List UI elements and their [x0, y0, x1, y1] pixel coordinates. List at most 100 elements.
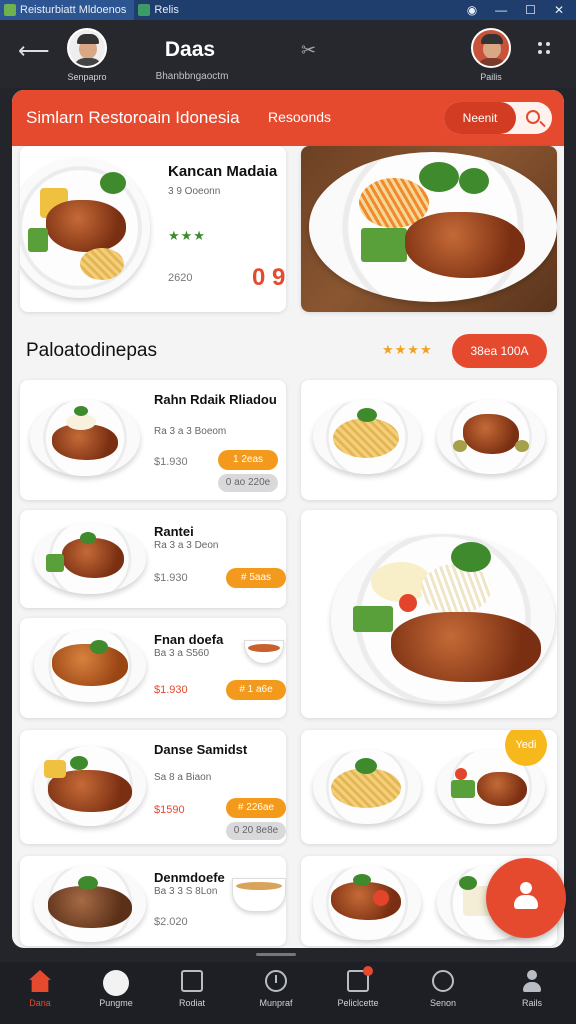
add-button[interactable]: # 1 a6e	[226, 680, 286, 700]
featured-price: 2620	[168, 272, 193, 284]
app-icon	[138, 4, 151, 16]
menu-item-name: Danse Samidst	[154, 742, 248, 757]
github-icon[interactable]: ◉	[467, 3, 477, 17]
main-panel: Simlarn Restoroain Idonesia Resoonds Nee…	[12, 90, 564, 948]
section-action-button[interactable]: 38ea 100A	[452, 334, 547, 368]
user-icon	[514, 882, 538, 912]
food-image	[437, 400, 545, 474]
option-pill[interactable]: 0 ao 220e	[218, 474, 278, 492]
food-image	[309, 152, 557, 302]
left-user-label: Senpapro	[67, 72, 107, 82]
food-image	[331, 534, 555, 704]
menu-item-sub: Ra 3 a 3 Deon	[154, 540, 219, 551]
page-subtitle: Bhanbbngaoctm	[155, 71, 229, 82]
sauce-bowl	[244, 640, 284, 664]
featured-sub: 3 9 Ooeonn	[168, 186, 221, 197]
add-button[interactable]: # 5aas	[226, 568, 286, 588]
app-header: ⟵ Senpapro Daas Bhanbbngaoctm ✂ Pailis	[0, 20, 576, 88]
special-badge[interactable]: Yedi	[505, 730, 547, 766]
nav-item-pungme[interactable]: Pungme	[80, 970, 152, 1008]
search-button[interactable]: Neenit	[444, 102, 516, 134]
menu-image-card[interactable]	[301, 380, 557, 500]
add-button[interactable]: 1 2eas	[218, 450, 278, 470]
menu-item-price: $2.020	[154, 916, 188, 928]
nav-label: Senon	[429, 998, 457, 1008]
nav-label: Pungme	[99, 998, 133, 1008]
nav-label: Peliclcette	[337, 998, 379, 1008]
nav-item-senon[interactable]: Senon	[407, 970, 479, 1008]
menu-item-card[interactable]: Danse Samidst Sa 8 a Biaon $1590 # 226ae…	[20, 730, 286, 844]
grid-menu-icon[interactable]	[538, 42, 552, 56]
nav-item-peliclcette[interactable]: Peliclcette	[322, 966, 394, 1008]
menu-item-card[interactable]: Rahn Rdaik Rliadou Ra 3 a 3 Boeom $1.930…	[20, 380, 286, 500]
menu-item-sub: Ba 3 a S560	[154, 648, 210, 659]
featured-image-card[interactable]	[301, 146, 557, 312]
soup-bowl	[232, 878, 286, 912]
page-title: Daas	[164, 38, 216, 61]
food-image	[313, 866, 421, 940]
menu-item-name: Rantei	[154, 524, 194, 539]
avatar[interactable]	[471, 28, 511, 68]
bottom-navigation: Dana Pungme Rodiat Munpraf Peliclcette S…	[0, 962, 576, 1024]
menu-item-card[interactable]: Rantei Ra 3 a 3 Deon $1.930 # 5aas	[20, 510, 286, 608]
add-button[interactable]: # 226ae	[226, 798, 286, 818]
back-arrow-icon[interactable]: ⟵	[18, 38, 50, 64]
notification-icon	[347, 966, 373, 992]
globe-icon	[432, 970, 454, 992]
featured-count: 0 9	[252, 264, 286, 291]
tools-icon[interactable]: ✂	[301, 40, 316, 61]
menu-item-card[interactable]: Fnan doefa Ba 3 a S560 $1.930 # 1 a6e	[20, 618, 286, 718]
section-rating-stars: ★★★★	[382, 342, 433, 357]
menu-item-name: Denmdoefe	[154, 870, 225, 885]
clock-icon	[265, 970, 287, 992]
food-image	[34, 746, 146, 826]
featured-name: Kancan Madaia	[168, 163, 278, 180]
mascot-icon	[103, 970, 129, 996]
minimize-icon[interactable]: —	[495, 3, 507, 17]
restaurant-header: Simlarn Restoroain Idonesia Resoonds Nee…	[12, 90, 564, 146]
app-icon	[4, 4, 16, 16]
search-icon[interactable]	[526, 110, 540, 124]
menu-item-price: $1.930	[154, 456, 188, 468]
window-tab-label: Reisturbiatt Mldoenos	[20, 4, 127, 16]
menu-item-name: Rahn Rdaik Rliadou	[154, 392, 277, 407]
option-pill[interactable]: 0 20 8e8e	[226, 822, 286, 840]
menu-image-card[interactable]: Yedi	[301, 730, 557, 844]
nav-item-rodiat[interactable]: Rodiat	[156, 970, 228, 1008]
window-tab-restaurant[interactable]: Reisturbiatt Mldoenos	[0, 0, 135, 20]
featured-card[interactable]: Kancan Madaia 3 9 Ooeonn ★★★ 2620 0 9	[20, 146, 286, 312]
menu-item-card[interactable]: Denmdoefe Ba 3 3 S 8Lon $2.020	[20, 856, 286, 946]
rating-stars: ★★★	[168, 228, 206, 243]
menu-item-price: $1.930	[154, 684, 188, 696]
featured-dish-image[interactable]	[301, 510, 557, 718]
window-tab-relis[interactable]: Relis	[134, 0, 186, 20]
drag-handle[interactable]	[256, 953, 296, 956]
section-title: Paloatodinepas	[26, 340, 157, 361]
maximize-icon[interactable]: ☐	[525, 3, 536, 17]
nav-label: Rails	[521, 998, 542, 1008]
close-icon[interactable]: ✕	[554, 3, 564, 17]
food-image	[20, 158, 150, 298]
menu-item-price: $1.930	[154, 572, 188, 584]
nav-label: Rodiat	[178, 998, 205, 1008]
avatar[interactable]	[67, 28, 107, 68]
menu-item-sub: Ba 3 3 S 8Lon	[154, 886, 218, 897]
food-image	[34, 630, 146, 702]
menu-item-sub: Sa 8 a Biaon	[154, 772, 212, 783]
menu-item-sub: Ra 3 a 3 Boeom	[154, 426, 227, 437]
nav-item-munpraf[interactable]: Munpraf	[240, 970, 312, 1008]
restaurant-title: Simlarn Restoroain Idonesia	[26, 108, 240, 127]
nav-item-rails[interactable]: Rails	[496, 970, 568, 1008]
window-titlebar: Reisturbiatt Mldoenos Relis ◉ — ☐ ✕	[0, 0, 576, 20]
right-user-label: Pailis	[480, 72, 502, 82]
food-image	[34, 866, 146, 942]
user-icon	[521, 970, 543, 992]
food-image	[313, 750, 421, 824]
search-box[interactable]: Neenit	[444, 102, 552, 134]
nav-label: Munpraf	[259, 998, 293, 1008]
reviews-link[interactable]: Resoonds	[268, 109, 331, 125]
profile-fab-button[interactable]	[486, 858, 566, 938]
nav-item-home[interactable]: Dana	[4, 970, 76, 1008]
nav-label: Dana	[29, 998, 51, 1008]
menu-item-price: $1590	[154, 804, 185, 816]
